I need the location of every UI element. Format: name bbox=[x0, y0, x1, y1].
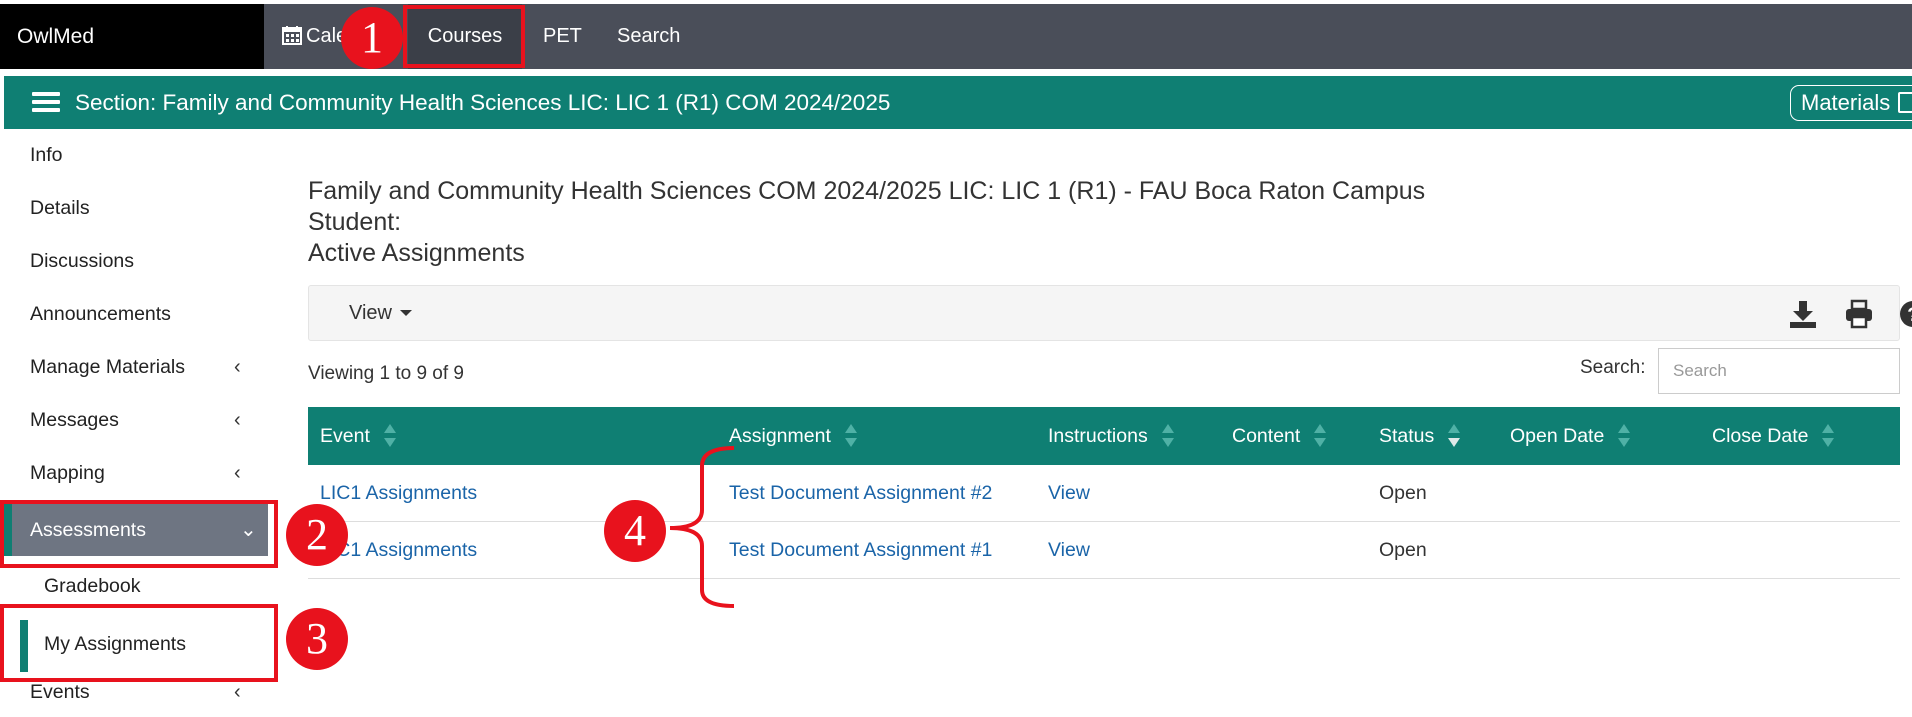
sidebar-item-label: Mapping bbox=[30, 462, 105, 484]
search-input[interactable] bbox=[1658, 348, 1900, 394]
top-nav: OwlMed Calendar Courses PET Search bbox=[0, 4, 1912, 69]
hamburger-menu-icon[interactable] bbox=[32, 92, 60, 113]
materials-button[interactable]: Materials bbox=[1790, 85, 1912, 121]
sidebar-item-discussions[interactable]: Discussions bbox=[0, 235, 268, 288]
section-title: Section: Family and Community Health Sci… bbox=[75, 90, 891, 115]
sidebar-item-label: Gradebook bbox=[44, 575, 141, 597]
chevron-left-icon: ‹ bbox=[234, 462, 241, 484]
sidebar-item-details[interactable]: Details bbox=[0, 182, 268, 235]
chevron-left-icon: ‹ bbox=[234, 409, 241, 431]
column-label: Open Date bbox=[1510, 425, 1605, 447]
materials-label: Materials bbox=[1801, 90, 1891, 115]
table-row: LIC1 Assignments Test Document Assignmen… bbox=[308, 465, 1900, 522]
sidebar-item-manage-materials[interactable]: Manage Materials ‹ bbox=[0, 341, 268, 394]
document-icon bbox=[1898, 92, 1912, 113]
column-label: Event bbox=[320, 425, 370, 447]
column-label: Content bbox=[1232, 425, 1301, 447]
course-title: Family and Community Health Sciences COM… bbox=[308, 177, 1426, 205]
column-label: Assignment bbox=[729, 425, 831, 447]
sort-desc-icon bbox=[1448, 424, 1461, 448]
sidebar-item-label: Messages bbox=[30, 409, 119, 431]
sort-icon bbox=[1314, 424, 1327, 448]
annotation-badge-2: 2 bbox=[286, 504, 348, 566]
pagination-info: Viewing 1 to 9 of 9 bbox=[308, 363, 464, 384]
status-cell: Open bbox=[1379, 539, 1427, 561]
chevron-left-icon: ‹ bbox=[234, 356, 241, 378]
page-title: Active Assignments bbox=[308, 239, 525, 267]
column-header-open-date[interactable]: Open Date bbox=[1510, 407, 1631, 465]
assignment-link[interactable]: Test Document Assignment #1 bbox=[729, 522, 992, 579]
table-header: Event Assignment Instructions Content St… bbox=[308, 407, 1900, 465]
sidebar-item-info[interactable]: Info bbox=[0, 129, 268, 182]
annotation-bracket bbox=[669, 446, 735, 608]
column-header-instructions[interactable]: Instructions bbox=[1048, 407, 1174, 465]
print-icon[interactable] bbox=[1843, 298, 1875, 330]
event-link[interactable]: LIC1 Assignments bbox=[320, 465, 477, 522]
sidebar-item-label: Details bbox=[30, 197, 90, 219]
help-icon[interactable]: ? bbox=[1897, 298, 1912, 330]
column-header-assignment[interactable]: Assignment bbox=[729, 407, 857, 465]
column-header-status[interactable]: Status bbox=[1379, 407, 1461, 465]
sidebar-item-label: Discussions bbox=[30, 250, 135, 272]
nav-search[interactable]: Search bbox=[617, 4, 680, 69]
annotation-badge-3: 3 bbox=[286, 608, 348, 670]
sidebar-item-mapping[interactable]: Mapping ‹ bbox=[0, 447, 268, 500]
caret-down-icon bbox=[400, 310, 412, 316]
sidebar-item-announcements[interactable]: Announcements bbox=[0, 288, 268, 341]
sidebar-item-label: Manage Materials bbox=[30, 356, 185, 378]
column-header-close-date[interactable]: Close Date bbox=[1712, 407, 1835, 465]
annotation-highlight-my-assignments bbox=[0, 604, 278, 682]
app-window: OwlMed Calendar Courses PET Search Secti… bbox=[0, 0, 1912, 717]
annotation-badge-1: 1 bbox=[341, 7, 403, 69]
nav-pet[interactable]: PET bbox=[543, 4, 582, 69]
download-icon[interactable] bbox=[1787, 298, 1819, 330]
instructions-view-link[interactable]: View bbox=[1048, 465, 1090, 522]
sort-icon bbox=[1161, 424, 1174, 448]
app-brand[interactable]: OwlMed bbox=[0, 4, 264, 69]
assignment-link[interactable]: Test Document Assignment #2 bbox=[729, 465, 992, 522]
column-label: Instructions bbox=[1048, 425, 1148, 447]
status-cell: Open bbox=[1379, 482, 1427, 504]
student-line: Student: bbox=[308, 208, 402, 236]
column-label: Close Date bbox=[1712, 425, 1809, 447]
sidebar-item-label: Events bbox=[30, 681, 90, 703]
column-label: Status bbox=[1379, 425, 1435, 447]
view-dropdown[interactable]: View bbox=[349, 286, 412, 340]
view-label: View bbox=[349, 302, 392, 324]
annotation-badge-4: 4 bbox=[604, 500, 666, 562]
sidebar-item-messages[interactable]: Messages ‹ bbox=[0, 394, 268, 447]
svg-text:?: ? bbox=[1907, 305, 1912, 326]
table-row: LIC1 Assignments Test Document Assignmen… bbox=[308, 522, 1900, 579]
sort-icon bbox=[1822, 424, 1835, 448]
section-header-bar: Section: Family and Community Health Sci… bbox=[4, 76, 1912, 129]
table-toolbar: View ? bbox=[308, 285, 1912, 341]
sidebar-item-label: Info bbox=[30, 144, 63, 166]
sort-icon bbox=[844, 424, 857, 448]
calendar-icon bbox=[282, 26, 302, 45]
annotation-highlight-assessments bbox=[0, 500, 278, 568]
search-label: Search: bbox=[1580, 357, 1646, 378]
sort-icon bbox=[1618, 424, 1631, 448]
column-header-content[interactable]: Content bbox=[1232, 407, 1327, 465]
column-header-event[interactable]: Event bbox=[320, 407, 396, 465]
sort-icon bbox=[383, 424, 396, 448]
instructions-view-link[interactable]: View bbox=[1048, 522, 1090, 579]
annotation-highlight-courses bbox=[403, 5, 525, 68]
main-content: Family and Community Health Sciences COM… bbox=[268, 137, 1912, 717]
sidebar-item-label: Announcements bbox=[30, 303, 171, 325]
